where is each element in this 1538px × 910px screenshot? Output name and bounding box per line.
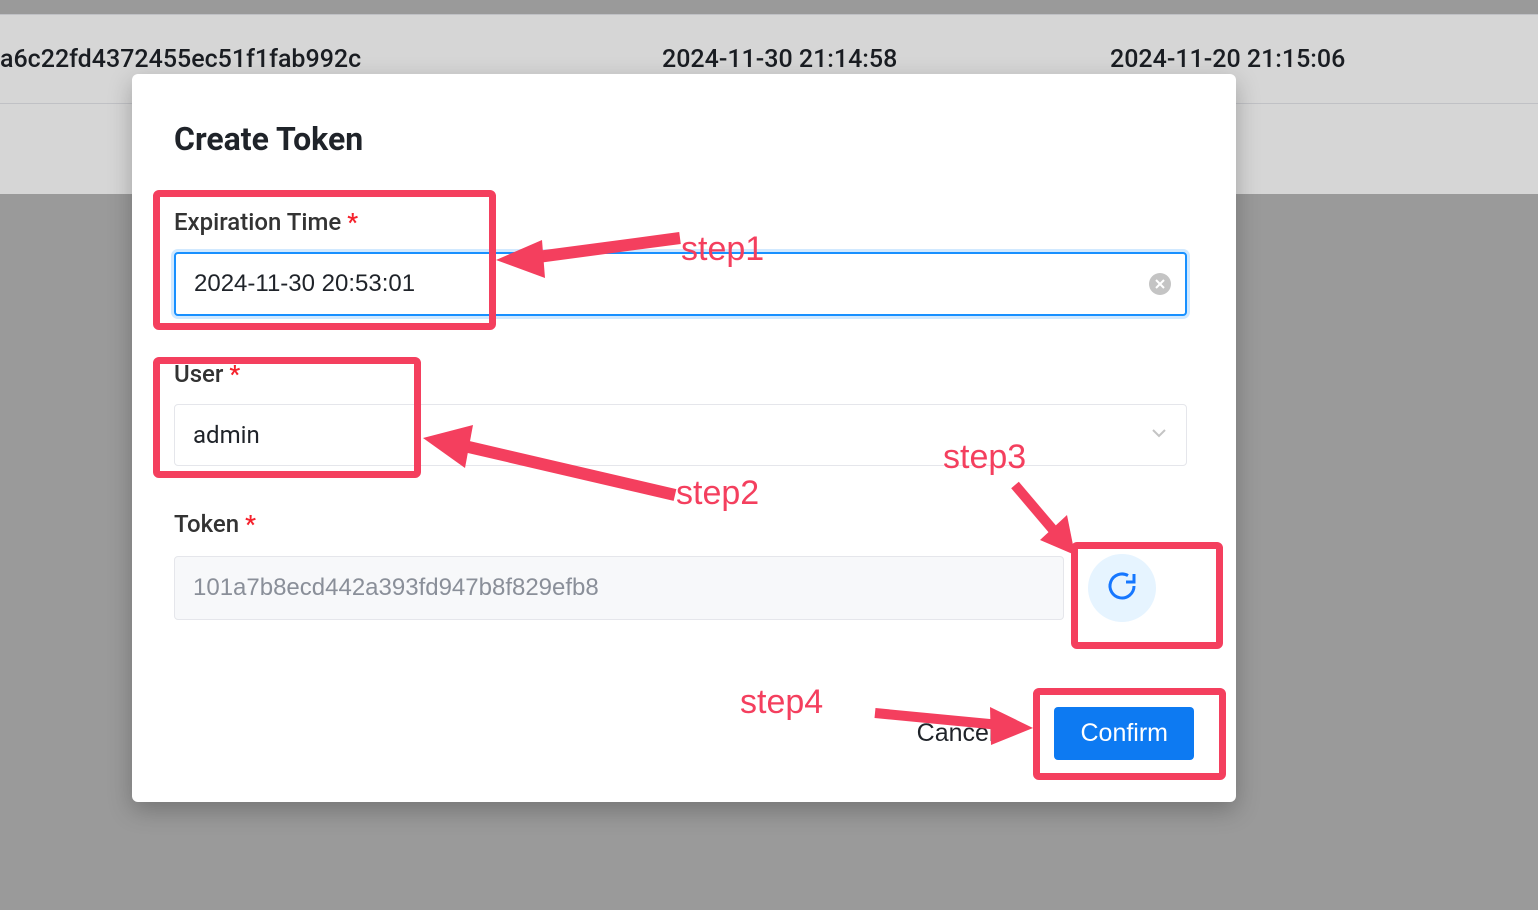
token-group: Token*: [174, 510, 1194, 622]
required-star-icon: *: [347, 208, 358, 236]
expiration-time-input[interactable]: [174, 252, 1187, 316]
modal-title: Create Token: [174, 120, 1194, 158]
expiration-time-group: Expiration Time*: [174, 208, 1194, 316]
create-token-modal: Create Token Expiration Time* User* admi…: [132, 74, 1236, 802]
refresh-icon: [1104, 568, 1140, 608]
token-input: [174, 556, 1064, 620]
confirm-button[interactable]: Confirm: [1054, 707, 1194, 760]
modal-actions: Cancel Confirm: [917, 707, 1194, 760]
required-star-icon: *: [245, 510, 256, 538]
user-select-wrap: admin: [174, 404, 1187, 466]
token-row: [174, 554, 1194, 622]
token-label: Token: [174, 510, 239, 538]
cancel-button[interactable]: Cancel: [917, 719, 995, 748]
chevron-down-icon: [1149, 423, 1169, 447]
expiration-time-label: Expiration Time: [174, 208, 341, 236]
expiration-time-input-wrap: [174, 252, 1187, 316]
user-group: User* admin: [174, 360, 1194, 466]
clear-icon[interactable]: [1149, 273, 1171, 295]
user-select-value: admin: [193, 421, 260, 449]
required-star-icon: *: [229, 360, 240, 388]
user-label: User: [174, 360, 223, 388]
token-input-wrap: [174, 556, 1064, 620]
refresh-token-button[interactable]: [1088, 554, 1156, 622]
user-select[interactable]: admin: [174, 404, 1187, 466]
